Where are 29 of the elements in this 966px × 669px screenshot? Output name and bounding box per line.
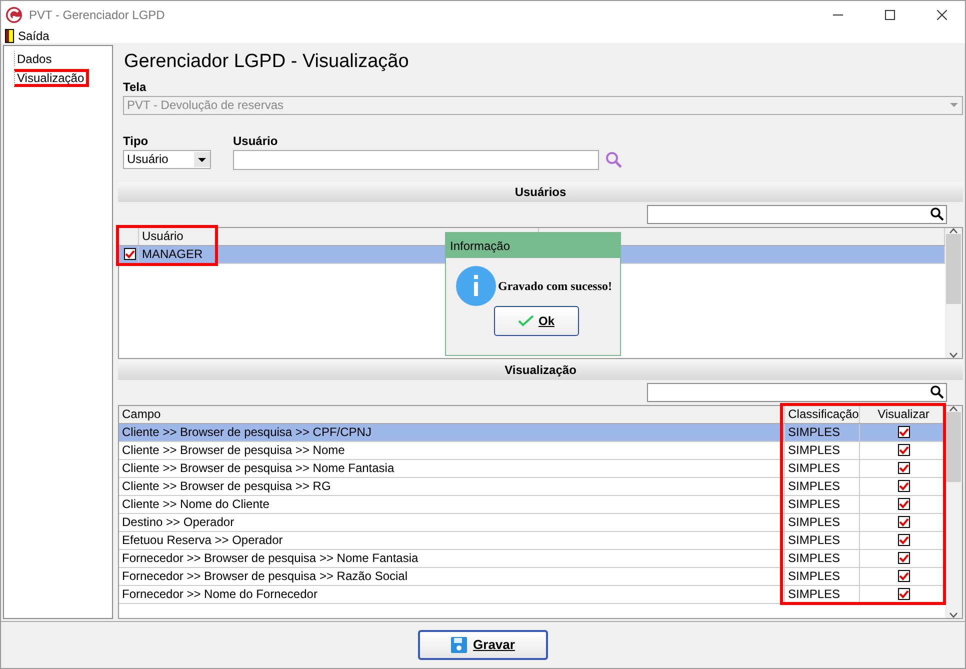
table-cell: SIMPLES — [785, 568, 860, 585]
table-cell: SIMPLES — [785, 550, 860, 567]
table-cell: SIMPLES — [785, 442, 860, 459]
dialog-message: Gravado com sucesso! — [498, 278, 612, 294]
table-cell: Cliente >> Browser de pesquisa >> RG — [119, 478, 785, 495]
table-cell: SIMPLES — [785, 514, 860, 531]
table-cell: Cliente >> Browser de pesquisa >> Nome — [119, 442, 785, 459]
window-title: PVT - Gerenciador LGPD — [29, 8, 166, 22]
table-cell: Fornecedor >> Nome do Fornecedor — [119, 586, 785, 603]
table-cell: SIMPLES — [785, 496, 860, 513]
table-cell: Cliente >> Nome do Cliente — [119, 496, 785, 513]
table-cell: SIMPLES — [785, 478, 860, 495]
table-cell: Cliente >> Browser de pesquisa >> Nome Fantasia — [119, 460, 785, 477]
table-cell: SIMPLES — [785, 460, 860, 477]
table-cell: SIMPLES — [785, 424, 860, 441]
table-cell: SIMPLES — [785, 532, 860, 549]
table-cell: SIMPLES — [785, 586, 860, 603]
table-cell: Destino >> Operador — [119, 514, 785, 531]
field-label: Tela — [123, 80, 148, 94]
page-title: Gerenciador LGPD - Visualização — [124, 50, 410, 74]
table-cell: Fornecedor >> Browser de pesquisa >> Razão Social — [119, 568, 785, 585]
field-label: Tipo — [123, 134, 150, 148]
section-header: Visualização — [118, 360, 963, 380]
table-cell: Fornecedor >> Browser de pesquisa >> Nome Fantasia — [119, 550, 785, 567]
table-cell: Cliente >> Browser de pesquisa >> CPF/CPNJ — [119, 424, 785, 441]
section-header: Usuários — [118, 182, 963, 202]
dialog-title: Informação — [446, 233, 620, 258]
field-label: Usuário — [233, 134, 279, 148]
table-cell: Efetuou Reserva >> Operador — [119, 532, 785, 549]
